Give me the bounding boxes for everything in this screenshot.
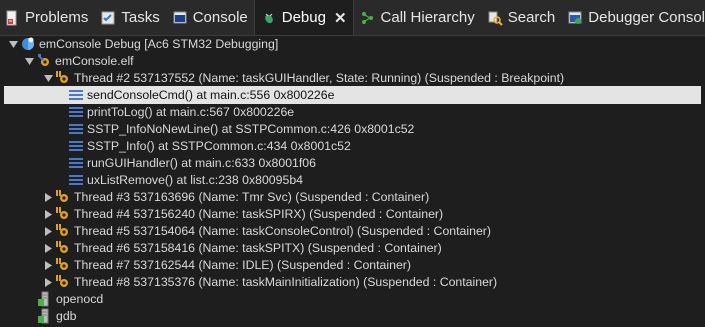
tree-item-thread[interactable]: Thread #7 537162544 (Name: IDLE) (Suspen… <box>0 256 705 274</box>
stack-frame-icon <box>68 104 84 120</box>
stack-frame-icon <box>68 87 84 103</box>
tab-problems-label: Problems <box>25 9 89 26</box>
tab-console[interactable]: Console <box>166 0 254 35</box>
stack-frame-icon <box>68 172 84 188</box>
stack-frame-icon <box>68 138 84 154</box>
tree-item-process-gdb[interactable]: gdb <box>0 307 705 325</box>
tab-tasks-label: Tasks <box>121 9 160 26</box>
tab-search-label: Search <box>507 9 556 26</box>
tab-console-label: Console <box>192 9 248 26</box>
expand-arrow-icon[interactable] <box>43 69 53 87</box>
tree-item-thread[interactable]: Thread #8 537135376 (Name: taskMainIniti… <box>0 273 705 291</box>
tab-debugger-console-label: Debugger Console <box>588 9 705 26</box>
thread-label: Thread #8 537135376 (Name: taskMainIniti… <box>74 275 498 289</box>
thread-suspended-icon <box>55 274 71 290</box>
collapse-arrow-icon[interactable] <box>43 222 53 240</box>
tab-call-hierarchy[interactable]: Call Hierarchy <box>354 0 481 35</box>
problems-icon <box>4 10 20 26</box>
tab-debug-label: Debug <box>281 9 326 26</box>
tab-debugger-console[interactable]: Debugger Console <box>561 0 705 35</box>
elf-label: emConsole.elf <box>55 54 134 68</box>
tab-tasks[interactable]: Tasks <box>94 0 165 35</box>
thread-suspended-icon <box>55 240 71 256</box>
stack-frame-row[interactable]: SSTP_Info() at SSTPCommon.c:434 0x8001c5… <box>0 137 705 155</box>
debug-target-icon <box>36 53 52 69</box>
collapse-arrow-icon[interactable] <box>43 273 53 291</box>
tab-call-hierarchy-label: Call Hierarchy <box>380 9 475 26</box>
stack-frame-label: uxListRemove() at list.c:238 0x80095b4 <box>87 173 303 187</box>
process-icon <box>37 291 53 307</box>
launch-config-label: emConsole Debug [Ac6 STM32 Debugging] <box>39 37 279 51</box>
tab-problems[interactable]: Problems <box>0 0 94 35</box>
thread-label: Thread #3 537163696 (Name: Tmr Svc) (Sus… <box>74 190 430 204</box>
collapse-arrow-icon[interactable] <box>43 239 53 257</box>
collapse-arrow-icon[interactable] <box>43 256 53 274</box>
tasks-icon <box>100 10 116 26</box>
tree-item-thread[interactable]: Thread #3 537163696 (Name: Tmr Svc) (Sus… <box>0 188 705 206</box>
stack-frame-label: printToLog() at main.c:567 0x800226e <box>87 105 295 119</box>
tab-debug[interactable]: Debug ✕ <box>253 0 354 35</box>
stack-frame-row[interactable]: SSTP_InfoNoNewLine() at SSTPCommon.c:426… <box>0 120 705 138</box>
tab-search[interactable]: Search <box>481 0 562 35</box>
thread-label: Thread #7 537162544 (Name: IDLE) (Suspen… <box>74 258 411 272</box>
stack-frame-label: sendConsoleCmd() at main.c:556 0x800226e <box>87 88 335 102</box>
call-hierarchy-icon <box>360 10 376 26</box>
debug-icon <box>261 10 277 26</box>
search-icon <box>487 10 503 26</box>
thread-suspended-icon <box>55 206 71 222</box>
thread-label: Thread #5 537154064 (Name: taskConsoleCo… <box>74 224 491 238</box>
stack-frame-row[interactable]: sendConsoleCmd() at main.c:556 0x800226e <box>4 86 701 104</box>
stack-frame-row[interactable]: uxListRemove() at list.c:238 0x80095b4 <box>0 171 705 189</box>
stack-frame-icon <box>68 155 84 171</box>
tree-item-thread[interactable]: Thread #5 537154064 (Name: taskConsoleCo… <box>0 222 705 240</box>
tree-item-process-openocd[interactable]: openocd <box>0 290 705 308</box>
process-label: openocd <box>56 292 104 306</box>
tree-item-elf[interactable]: emConsole.elf <box>0 52 705 70</box>
process-label: gdb <box>56 309 77 323</box>
thread-label: Thread #4 537156240 (Name: taskSPIRX) (S… <box>74 207 444 221</box>
thread-label: Thread #2 537137552 (Name: taskGUIHandle… <box>74 71 565 85</box>
tree-item-thread[interactable]: Thread #4 537156240 (Name: taskSPIRX) (S… <box>0 205 705 223</box>
stack-frame-icon <box>68 121 84 137</box>
thread-suspended-icon <box>55 223 71 239</box>
thread-suspended-icon <box>55 257 71 273</box>
stack-frame-label: SSTP_Info() at SSTPCommon.c:434 0x8001c5… <box>87 139 351 153</box>
tree-item-thread[interactable]: Thread #6 537158416 (Name: taskSPITX) (S… <box>0 239 705 257</box>
thread-suspended-icon <box>55 70 71 86</box>
collapse-arrow-icon[interactable] <box>43 205 53 223</box>
view-tab-bar: Problems Tasks Console Debug ✕ Call Hier… <box>0 0 705 36</box>
collapse-arrow-icon[interactable] <box>43 188 53 206</box>
debugger-console-icon <box>567 10 583 26</box>
stack-frame-label: SSTP_InfoNoNewLine() at SSTPCommon.c:426… <box>87 122 415 136</box>
tree-item-launch[interactable]: emConsole Debug [Ac6 STM32 Debugging] <box>0 35 705 53</box>
expand-arrow-icon[interactable] <box>8 35 18 53</box>
thread-suspended-icon <box>55 189 71 205</box>
process-icon <box>37 308 53 324</box>
tree-item-thread-expanded[interactable]: Thread #2 537137552 (Name: taskGUIHandle… <box>0 69 705 87</box>
stack-frame-row[interactable]: runGUIHandler() at main.c:633 0x8001f06 <box>0 154 705 172</box>
stack-frame-label: runGUIHandler() at main.c:633 0x8001f06 <box>87 156 316 170</box>
launch-config-icon <box>20 36 36 52</box>
expand-arrow-icon[interactable] <box>24 52 34 70</box>
console-icon <box>172 10 188 26</box>
stack-frame-row[interactable]: printToLog() at main.c:567 0x800226e <box>0 103 705 121</box>
close-icon[interactable]: ✕ <box>334 9 347 27</box>
thread-label: Thread #6 537158416 (Name: taskSPITX) (S… <box>74 241 442 255</box>
